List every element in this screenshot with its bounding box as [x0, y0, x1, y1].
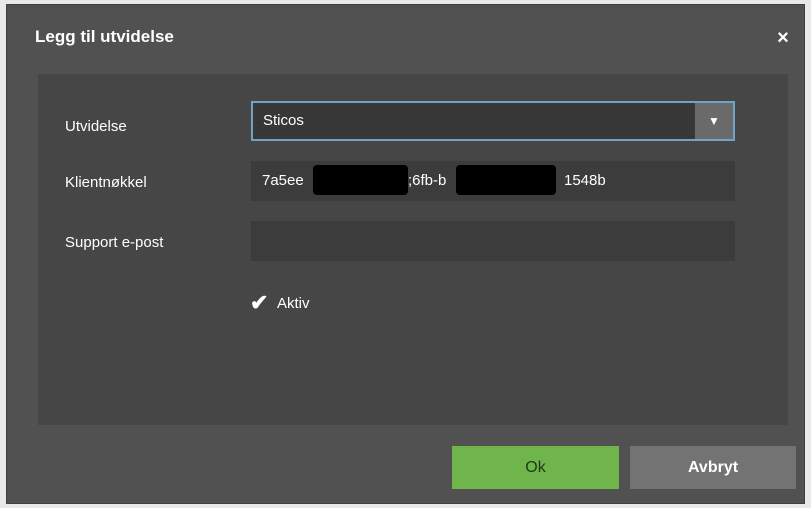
client-key-part-1: 7a5ee [262, 172, 304, 189]
dialog-title: Legg til utvidelse [35, 27, 174, 46]
checkmark-icon[interactable]: ✔ [250, 290, 270, 316]
active-label: Aktiv [277, 294, 310, 312]
close-icon[interactable]: × [772, 27, 794, 49]
cancel-button[interactable]: Avbryt [630, 446, 796, 489]
chevron-down-icon[interactable]: ▼ [695, 103, 733, 139]
ok-button[interactable]: Ok [452, 446, 619, 489]
active-checkbox[interactable]: ✔ Aktiv [250, 290, 310, 316]
client-key-part-3: 1548b [564, 172, 606, 189]
dialog-title-bar: Legg til utvidelse × [7, 5, 804, 75]
redaction-bar-1 [313, 165, 408, 195]
client-key-part-2: ;6fb-b [408, 172, 447, 189]
dialog-content: Utvidelse Sticos ▼ Klientnøkkel 7a5ee ;6… [38, 74, 788, 425]
extension-label: Utvidelse [65, 118, 127, 135]
redaction-bar-2 [456, 165, 556, 195]
support-email-field[interactable] [251, 221, 735, 261]
client-key-label: Klientnøkkel [65, 174, 147, 191]
extension-select-value: Sticos [263, 112, 304, 129]
client-key-field[interactable]: 7a5ee ;6fb-b 1548b [251, 161, 735, 201]
support-email-label: Support e-post [65, 234, 164, 251]
add-extension-dialog: Legg til utvidelse × Utvidelse Sticos ▼ … [6, 4, 805, 504]
extension-select[interactable]: Sticos ▼ [251, 101, 735, 141]
